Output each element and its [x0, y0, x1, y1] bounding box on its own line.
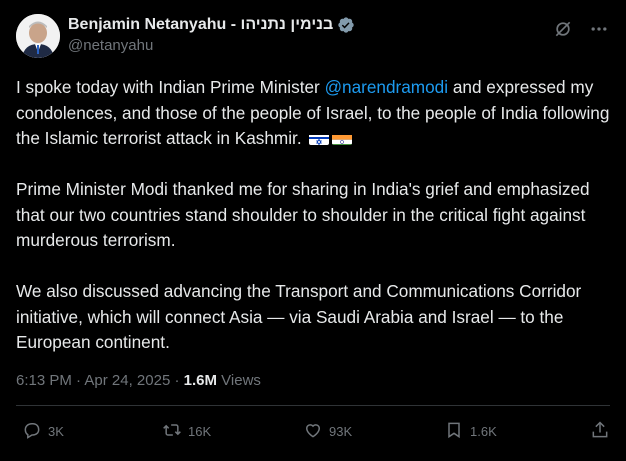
- tweet-paragraph-2: Prime Minister Modi thanked me for shari…: [16, 179, 590, 250]
- meta-separator: ·: [71, 372, 85, 389]
- tweet-text: I spoke today with Indian Prime Minister…: [16, 75, 614, 381]
- like-icon: [303, 420, 323, 443]
- india-flag-icon: [332, 131, 353, 145]
- mention-link[interactable]: @narendramodi: [325, 77, 449, 97]
- views-label: Views: [217, 372, 261, 389]
- reply-button[interactable]: 3K: [22, 420, 64, 443]
- repost-button[interactable]: 16K: [162, 420, 211, 443]
- share-button[interactable]: [590, 420, 610, 443]
- tweet-paragraph-3: We also discussed advancing the Transpor…: [16, 281, 582, 352]
- post-time[interactable]: 6:13 PM: [16, 372, 72, 389]
- tweet-meta: 6:13 PM · Apr 24, 2025 · 1.6M Views: [16, 372, 261, 389]
- more-icon[interactable]: [588, 18, 610, 40]
- tweet-paragraph-1: I spoke today with Indian Prime Minister…: [16, 75, 614, 152]
- text-segment: I spoke today with Indian Prime Minister: [16, 77, 325, 97]
- author-handle[interactable]: @netanyahu: [68, 37, 355, 54]
- tweet: Benjamin Netanyahu - בנימין נתניהו @neta…: [0, 0, 626, 461]
- author-display-name[interactable]: Benjamin Netanyahu - בנימין נתניהו: [68, 16, 333, 34]
- avatar[interactable]: [16, 14, 60, 58]
- grok-icon[interactable]: [552, 18, 574, 40]
- divider: [16, 405, 610, 406]
- views-count[interactable]: 1.6M: [184, 372, 217, 389]
- reply-count: 3K: [48, 424, 64, 439]
- repost-count: 16K: [188, 424, 212, 439]
- repost-icon: [162, 420, 182, 443]
- verified-badge-icon[interactable]: [337, 16, 355, 34]
- israel-flag-icon: [309, 131, 330, 145]
- action-bar: 3K 16K 93K 1.6K: [16, 420, 610, 450]
- like-count: 93K: [329, 424, 353, 439]
- share-icon: [590, 420, 610, 443]
- like-button[interactable]: 93K: [303, 420, 352, 443]
- tweet-header: Benjamin Netanyahu - בנימין נתניהו @neta…: [16, 14, 610, 62]
- bookmark-button[interactable]: 1.6K: [444, 420, 497, 443]
- meta-separator: ·: [170, 372, 184, 389]
- bookmark-icon: [444, 420, 464, 443]
- post-date[interactable]: Apr 24, 2025: [84, 372, 170, 389]
- author-info: Benjamin Netanyahu - בנימין נתניהו @neta…: [68, 16, 355, 54]
- header-actions: [552, 18, 610, 40]
- reply-icon: [22, 420, 42, 443]
- bookmark-count: 1.6K: [470, 424, 497, 439]
